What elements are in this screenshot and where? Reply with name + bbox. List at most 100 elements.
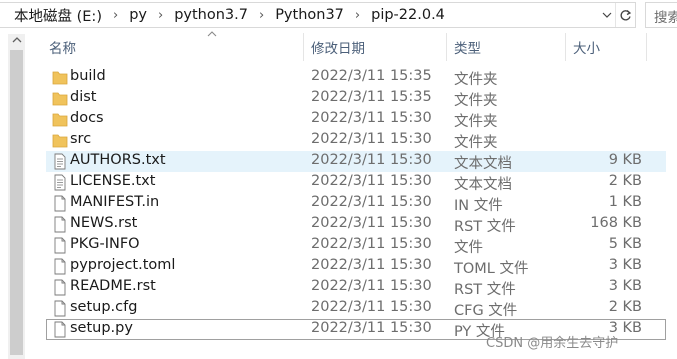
file-type: 文件夹 bbox=[454, 114, 498, 130]
file-date: 2022/3/11 15:30 bbox=[311, 236, 432, 252]
file-date: 2022/3/11 15:30 bbox=[311, 257, 432, 273]
file-row[interactable]: setup.cfg 2022/3/11 15:30 CFG 文件 2 KB bbox=[46, 298, 666, 319]
breadcrumb: 本地磁盘 (E:) › py › python3.7 › Python37 › … bbox=[12, 3, 447, 27]
file-name: pyproject.toml bbox=[70, 257, 176, 273]
file-name: setup.cfg bbox=[70, 299, 138, 315]
file-name: AUTHORS.txt bbox=[70, 152, 166, 168]
file-row[interactable]: MANIFEST.in 2022/3/11 15:30 IN 文件 1 KB bbox=[46, 193, 666, 214]
file-date: 2022/3/11 15:30 bbox=[311, 173, 432, 189]
file-size: 2 KB bbox=[608, 299, 642, 315]
breadcrumb-separator[interactable]: › bbox=[250, 8, 273, 23]
breadcrumb-drive[interactable]: 本地磁盘 (E:) bbox=[12, 5, 104, 26]
file-name: NEWS.rst bbox=[70, 215, 138, 231]
file-name: dist bbox=[70, 89, 97, 105]
folder-icon bbox=[52, 134, 68, 148]
file-date: 2022/3/11 15:30 bbox=[311, 320, 432, 336]
column-name[interactable]: 名称 bbox=[49, 33, 76, 61]
sort-ascending-icon bbox=[207, 31, 217, 37]
folder-icon bbox=[52, 92, 68, 106]
file-name: PKG-INFO bbox=[70, 236, 140, 252]
scrollbar-thumb[interactable] bbox=[10, 50, 23, 355]
file-name: README.rst bbox=[70, 278, 156, 294]
file-row-selected[interactable]: AUTHORS.txt 2022/3/11 15:30 文本文档 9 KB bbox=[46, 151, 666, 172]
file-date: 2022/3/11 15:30 bbox=[311, 131, 432, 147]
scroll-up-arrow-icon[interactable] bbox=[12, 36, 22, 44]
file-date: 2022/3/11 15:35 bbox=[311, 89, 432, 105]
breadcrumb-separator[interactable]: › bbox=[149, 8, 172, 23]
search-placeholder: 搜索 bbox=[654, 10, 677, 26]
file-type: 文本文档 bbox=[454, 156, 512, 172]
file-row[interactable]: PKG-INFO 2022/3/11 15:30 文件 5 KB bbox=[46, 235, 666, 256]
address-bar-row: 本地磁盘 (E:) › py › python3.7 › Python37 › … bbox=[0, 0, 677, 30]
file-icon bbox=[54, 321, 66, 338]
file-date: 2022/3/11 15:30 bbox=[311, 152, 432, 168]
address-history-button[interactable] bbox=[597, 3, 617, 27]
file-size: 3 KB bbox=[608, 257, 642, 273]
breadcrumb-python37-folder[interactable]: python3.7 bbox=[172, 7, 250, 23]
file-type: 文件夹 bbox=[454, 135, 498, 151]
file-date: 2022/3/11 15:30 bbox=[311, 110, 432, 126]
column-type[interactable]: 类型 bbox=[454, 33, 481, 61]
file-date: 2022/3/11 15:30 bbox=[311, 194, 432, 210]
file-size: 9 KB bbox=[608, 152, 642, 168]
folder-icon bbox=[52, 71, 68, 85]
file-type: 文件 bbox=[454, 240, 483, 256]
folder-icon bbox=[52, 113, 68, 127]
file-row[interactable]: docs 2022/3/11 15:30 文件夹 bbox=[46, 109, 666, 130]
breadcrumb-separator[interactable]: › bbox=[346, 8, 369, 23]
file-row[interactable]: dist 2022/3/11 15:35 文件夹 bbox=[46, 88, 666, 109]
text-file-icon bbox=[54, 174, 66, 191]
address-bar[interactable]: 本地磁盘 (E:) › py › python3.7 › Python37 › … bbox=[0, 2, 636, 28]
refresh-button[interactable] bbox=[615, 3, 635, 27]
file-row[interactable]: README.rst 2022/3/11 15:30 RST 文件 3 KB bbox=[46, 277, 666, 298]
file-type: CFG 文件 bbox=[454, 303, 518, 319]
chevron-down-icon bbox=[602, 12, 612, 18]
file-name: LICENSE.txt bbox=[70, 173, 156, 189]
column-date[interactable]: 修改日期 bbox=[311, 33, 365, 61]
file-date: 2022/3/11 15:30 bbox=[311, 299, 432, 315]
breadcrumb-pip[interactable]: pip-22.0.4 bbox=[369, 7, 447, 23]
breadcrumb-python37[interactable]: Python37 bbox=[273, 7, 346, 23]
file-name: docs bbox=[70, 110, 104, 126]
breadcrumb-separator[interactable]: › bbox=[104, 8, 127, 23]
file-size: 2 KB bbox=[608, 173, 642, 189]
file-size: 168 KB bbox=[590, 215, 642, 231]
file-name: setup.py bbox=[70, 320, 133, 336]
file-row[interactable]: build 2022/3/11 15:35 文件夹 bbox=[46, 67, 666, 88]
file-row[interactable]: pyproject.toml 2022/3/11 15:30 TOML 文件 3… bbox=[46, 256, 666, 277]
file-type: RST 文件 bbox=[454, 282, 516, 298]
file-type: IN 文件 bbox=[454, 198, 503, 214]
file-row[interactable]: NEWS.rst 2022/3/11 15:30 RST 文件 168 KB bbox=[46, 214, 666, 235]
file-type: TOML 文件 bbox=[454, 261, 529, 277]
file-size: 5 KB bbox=[608, 236, 642, 252]
file-row[interactable]: LICENSE.txt 2022/3/11 15:30 文本文档 2 KB bbox=[46, 172, 666, 193]
file-type: 文件夹 bbox=[454, 72, 498, 88]
file-icon bbox=[54, 258, 66, 275]
refresh-icon bbox=[620, 9, 632, 20]
search-input[interactable]: 搜索 bbox=[645, 2, 677, 28]
file-type: 文件夹 bbox=[454, 93, 498, 109]
file-size: 1 KB bbox=[608, 194, 642, 210]
file-icon bbox=[54, 237, 66, 254]
column-divider[interactable] bbox=[565, 33, 566, 61]
file-list: build 2022/3/11 15:35 文件夹 dist 2022/3/11… bbox=[46, 67, 666, 340]
file-name: src bbox=[70, 131, 92, 147]
file-date: 2022/3/11 15:30 bbox=[311, 278, 432, 294]
column-divider[interactable] bbox=[446, 33, 447, 61]
column-size[interactable]: 大小 bbox=[573, 33, 600, 61]
file-date: 2022/3/11 15:30 bbox=[311, 215, 432, 231]
file-name: MANIFEST.in bbox=[70, 194, 160, 210]
file-icon bbox=[54, 195, 66, 212]
column-divider[interactable] bbox=[303, 33, 304, 61]
file-type: RST 文件 bbox=[454, 219, 516, 235]
file-date: 2022/3/11 15:35 bbox=[311, 68, 432, 84]
file-name: build bbox=[70, 68, 106, 84]
file-type: 文本文档 bbox=[454, 177, 512, 193]
file-size: 3 KB bbox=[608, 278, 642, 294]
breadcrumb-py[interactable]: py bbox=[127, 7, 149, 23]
text-file-icon bbox=[54, 153, 66, 170]
file-row[interactable]: src 2022/3/11 15:30 文件夹 bbox=[46, 130, 666, 151]
file-icon bbox=[54, 216, 66, 233]
column-divider[interactable] bbox=[646, 33, 647, 61]
column-header-row: 名称 修改日期 类型 大小 bbox=[40, 31, 677, 61]
